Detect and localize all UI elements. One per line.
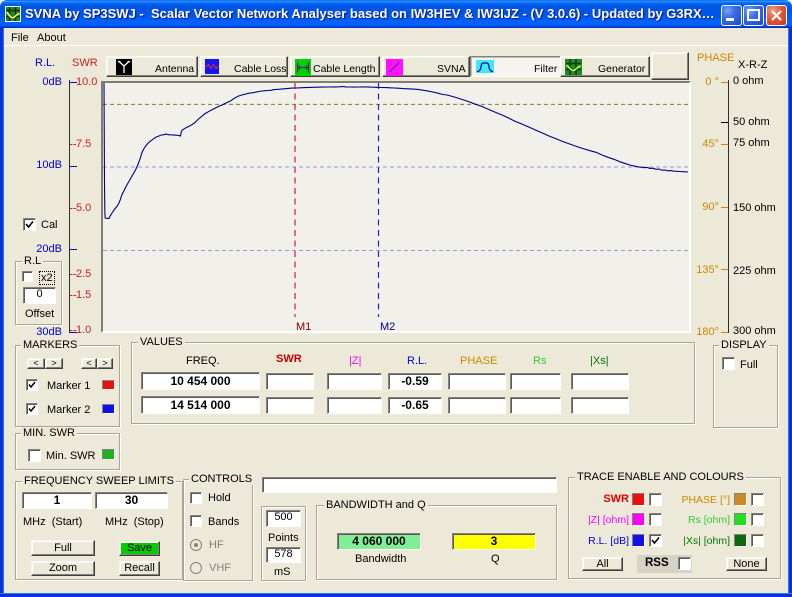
svg-text:M2: M2 bbox=[380, 321, 395, 331]
svg-text:M1: M1 bbox=[296, 321, 311, 331]
